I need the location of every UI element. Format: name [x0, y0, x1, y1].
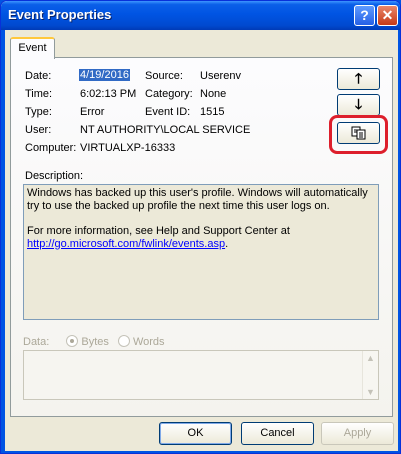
time-value[interactable]: 6:02:13 PM: [80, 88, 136, 100]
data-format-row: Data: Bytes Words: [23, 335, 165, 348]
arrow-down-icon: 🡓: [354, 96, 363, 112]
event-id-value[interactable]: 1515: [200, 106, 224, 118]
highlight-annotation: [329, 115, 388, 154]
computer-label: Computer:: [25, 142, 77, 154]
bytes-option: Bytes: [66, 335, 112, 348]
user-label: User:: [25, 124, 52, 136]
event-id-label: Event ID:: [145, 106, 191, 118]
source-value[interactable]: Userenv: [200, 70, 241, 82]
description-box[interactable]: Windows has backed up this user's profil…: [23, 184, 379, 320]
ok-button[interactable]: OK: [159, 422, 232, 445]
scroll-up-icon: ▲: [366, 353, 375, 363]
arrow-up-icon: 🡑: [354, 70, 363, 86]
data-label: Data:: [23, 336, 50, 348]
cancel-button[interactable]: Cancel: [241, 422, 314, 445]
description-label: Description:: [25, 170, 84, 182]
description-more-info: For more information, see Help and Suppo…: [27, 225, 375, 250]
category-value[interactable]: None: [200, 88, 226, 100]
close-button[interactable]: ✕: [377, 5, 398, 26]
category-label: Category:: [145, 88, 193, 100]
event-properties-window: Event Properties ? ✕ Event Date: 4/19/20…: [0, 0, 401, 454]
words-option: Words: [117, 335, 165, 348]
apply-button: Apply: [321, 422, 394, 445]
words-radio: [117, 335, 130, 347]
description-help-text: For more information, see Help and Suppo…: [27, 225, 290, 237]
window-title: Event Properties: [8, 7, 112, 22]
next-event-button[interactable]: 🡓: [337, 94, 380, 116]
title-bar[interactable]: Event Properties ? ✕: [1, 1, 400, 30]
data-box: ▲ ▼: [23, 350, 379, 400]
window-frame-left: [1, 30, 5, 453]
description-text: Windows has backed up this user's profil…: [27, 187, 368, 212]
time-label: Time:: [25, 88, 53, 100]
help-link[interactable]: http://go.microsoft.com/fwlink/events.as…: [27, 238, 225, 250]
bytes-label: Bytes: [81, 336, 109, 348]
computer-value[interactable]: VIRTUALXP-16333: [80, 142, 175, 154]
tab-event[interactable]: Event: [10, 37, 55, 59]
date-label: Date:: [25, 70, 52, 82]
type-label: Type:: [25, 106, 52, 118]
scroll-down-icon: ▼: [366, 387, 375, 397]
data-scrollbar: ▲ ▼: [362, 351, 378, 399]
help-button[interactable]: ?: [354, 5, 375, 26]
date-value[interactable]: 4/19/2016: [79, 69, 130, 81]
source-label: Source:: [145, 70, 183, 82]
words-label: Words: [132, 336, 165, 348]
previous-event-button[interactable]: 🡑: [337, 68, 380, 90]
user-value[interactable]: NT AUTHORITY\LOCAL SERVICE: [80, 124, 250, 136]
bytes-radio: [66, 335, 79, 347]
type-value[interactable]: Error: [80, 106, 104, 118]
link-suffix: .: [225, 237, 229, 250]
